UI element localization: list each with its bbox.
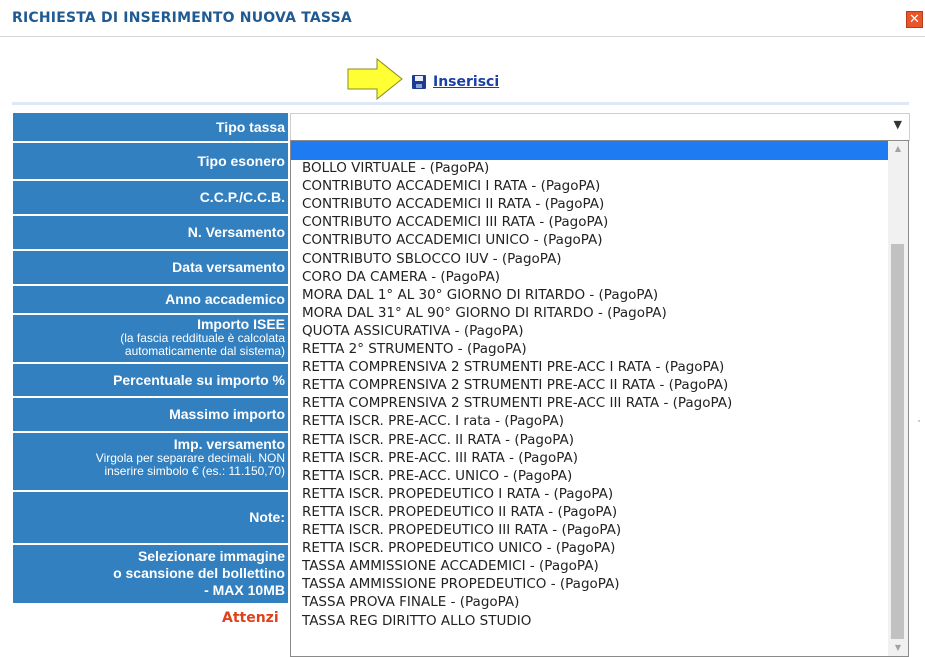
dropdown-option[interactable]: MORA DAL 31° AL 90° GIORNO DI RITARDO - … xyxy=(302,304,667,322)
label-tipo-esonero: Tipo esonero xyxy=(13,143,288,179)
dialog-title: RICHIESTA DI INSERIMENTO NUOVA TASSA xyxy=(12,10,352,26)
dropdown-option[interactable]: RETTA COMPRENSIVA 2 STRUMENTI PRE-ACC II… xyxy=(302,394,732,412)
dropdown-option[interactable]: CORO DA CAMERA - (PagoPA) xyxy=(302,268,500,286)
dropdown-option[interactable]: BOLLO VIRTUALE - (PagoPA) xyxy=(302,159,489,177)
label-immagine: Selezionare immagine o scansione del bol… xyxy=(13,545,288,603)
scroll-up-icon[interactable]: ▲ xyxy=(888,141,908,157)
attention-text: Attenzi xyxy=(222,610,279,626)
dropdown-option[interactable]: QUOTA ASSICURATIVA - (PagoPA) xyxy=(302,322,524,340)
form-top-divider xyxy=(12,102,909,105)
title-divider xyxy=(0,36,925,37)
dropdown-option[interactable]: CONTRIBUTO ACCADEMICI III RATA - (PagoPA… xyxy=(302,213,608,231)
label-note: Note: xyxy=(13,492,288,543)
dropdown-scrollbar[interactable]: ▲ ▼ xyxy=(888,141,908,656)
chevron-down-icon[interactable]: ▼ xyxy=(894,118,902,131)
dropdown-option[interactable]: TASSA AMMISSIONE ACCADEMICI - (PagoPA) xyxy=(302,557,599,575)
dropdown-option[interactable]: CONTRIBUTO SBLOCCO IUV - (PagoPA) xyxy=(302,250,562,268)
label-importo-isee: Importo ISEE (la fascia reddituale è cal… xyxy=(13,315,288,362)
insert-link[interactable]: Inserisci xyxy=(433,74,499,90)
dropdown-option[interactable]: RETTA ISCR. PRE-ACC. II RATA - (PagoPA) xyxy=(302,431,574,449)
label-imp-versamento: Imp. versamento Virgola per separare dec… xyxy=(13,433,288,490)
dropdown-option[interactable]: RETTA 2° STRUMENTO - (PagoPA) xyxy=(302,340,527,358)
dropdown-option[interactable]: RETTA ISCR. PROPEDEUTICO II RATA - (Pago… xyxy=(302,503,617,521)
label-massimo-importo: Massimo importo xyxy=(13,398,288,431)
highlighted-option[interactable] xyxy=(291,141,888,160)
dropdown-option[interactable]: CONTRIBUTO ACCADEMICI I RATA - (PagoPA) xyxy=(302,177,600,195)
stray-dot xyxy=(918,420,920,422)
tipo-tassa-dropdown[interactable]: BOLLO VIRTUALE - (PagoPA) CONTRIBUTO ACCA… xyxy=(290,140,909,657)
dropdown-option[interactable]: RETTA ISCR. PRE-ACC. UNICO - (PagoPA) xyxy=(302,467,572,485)
label-percentuale: Percentuale su importo % xyxy=(13,364,288,396)
scroll-thumb[interactable] xyxy=(891,244,904,639)
dropdown-option[interactable]: RETTA ISCR. PROPEDEUTICO UNICO - (PagoPA… xyxy=(302,539,615,557)
tipo-tassa-select[interactable]: ▼ xyxy=(290,113,910,141)
label-tipo-tassa: Tipo tassa xyxy=(13,113,288,141)
dropdown-option[interactable]: RETTA ISCR. PRE-ACC. III RATA - (PagoPA) xyxy=(302,449,578,467)
dropdown-option[interactable]: RETTA COMPRENSIVA 2 STRUMENTI PRE-ACC II… xyxy=(302,376,728,394)
arrow-right-icon xyxy=(347,58,403,100)
dropdown-option[interactable]: TASSA PROVA FINALE - (PagoPA) xyxy=(302,593,519,611)
label-data-versamento: Data versamento xyxy=(13,251,288,284)
label-n-versamento: N. Versamento xyxy=(13,216,288,249)
dropdown-option[interactable]: TASSA AMMISSIONE PROPEDEUTICO - (PagoPA) xyxy=(302,575,620,593)
dropdown-option[interactable]: RETTA ISCR. PROPEDEUTICO I RATA - (PagoP… xyxy=(302,485,613,503)
floppy-disk-icon[interactable] xyxy=(412,75,426,89)
dropdown-option[interactable]: CONTRIBUTO ACCADEMICI II RATA - (PagoPA) xyxy=(302,195,604,213)
dropdown-option[interactable]: MORA DAL 1° AL 30° GIORNO DI RITARDO - (… xyxy=(302,286,658,304)
label-anno-accademico: Anno accademico xyxy=(13,286,288,313)
dropdown-option[interactable]: RETTA ISCR. PROPEDEUTICO III RATA - (Pag… xyxy=(302,521,621,539)
close-icon[interactable]: ✕ xyxy=(906,11,923,28)
label-ccp-ccb: C.C.P./C.C.B. xyxy=(13,181,288,214)
dropdown-option[interactable]: TASSA REG DIRITTO ALLO STUDIO xyxy=(302,612,531,630)
dropdown-option[interactable]: RETTA COMPRENSIVA 2 STRUMENTI PRE-ACC I … xyxy=(302,358,724,376)
dropdown-option[interactable]: CONTRIBUTO ACCADEMICI UNICO - (PagoPA) xyxy=(302,231,603,249)
dropdown-option[interactable]: RETTA ISCR. PRE-ACC. I rata - (PagoPA) xyxy=(302,412,564,430)
scroll-down-icon[interactable]: ▼ xyxy=(888,640,908,656)
